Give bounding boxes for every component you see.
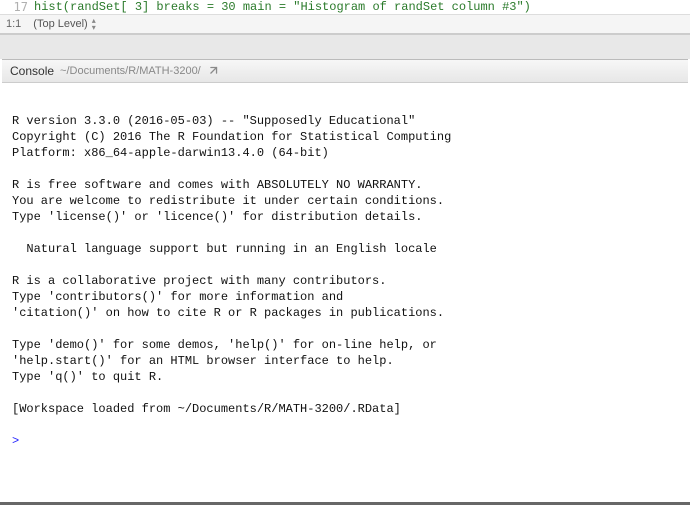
source-code-line[interactable]: 17 hist(randSet[ 3] breaks = 30 main = "…: [0, 0, 690, 14]
console-pane: Console ~/Documents/R/MATH-3200/ R versi…: [2, 59, 688, 505]
console-prompt: >: [12, 434, 19, 448]
console-header: Console ~/Documents/R/MATH-3200/: [2, 60, 688, 83]
console-text: R version 3.3.0 (2016-05-03) -- "Suppose…: [12, 114, 451, 416]
source-code-text: hist(randSet[ 3] breaks = 30 main = "His…: [34, 0, 531, 14]
scope-selector[interactable]: (Top Level) ▴▾: [33, 17, 95, 31]
chevron-updown-icon: ▴▾: [92, 17, 96, 31]
console-working-dir: ~/Documents/R/MATH-3200/: [60, 65, 201, 77]
pane-gap: [0, 34, 690, 59]
line-number: 17: [6, 0, 34, 14]
popout-icon[interactable]: [207, 65, 219, 77]
source-status-bar: 1:1 (Top Level) ▴▾: [0, 14, 690, 33]
console-title: Console: [10, 64, 54, 78]
scope-label: (Top Level): [33, 18, 87, 30]
console-output[interactable]: R version 3.3.0 (2016-05-03) -- "Suppose…: [2, 83, 688, 505]
app-root: 17 hist(randSet[ 3] breaks = 30 main = "…: [0, 0, 690, 505]
source-editor-strip: 17 hist(randSet[ 3] breaks = 30 main = "…: [0, 0, 690, 34]
cursor-position: 1:1: [6, 18, 33, 30]
